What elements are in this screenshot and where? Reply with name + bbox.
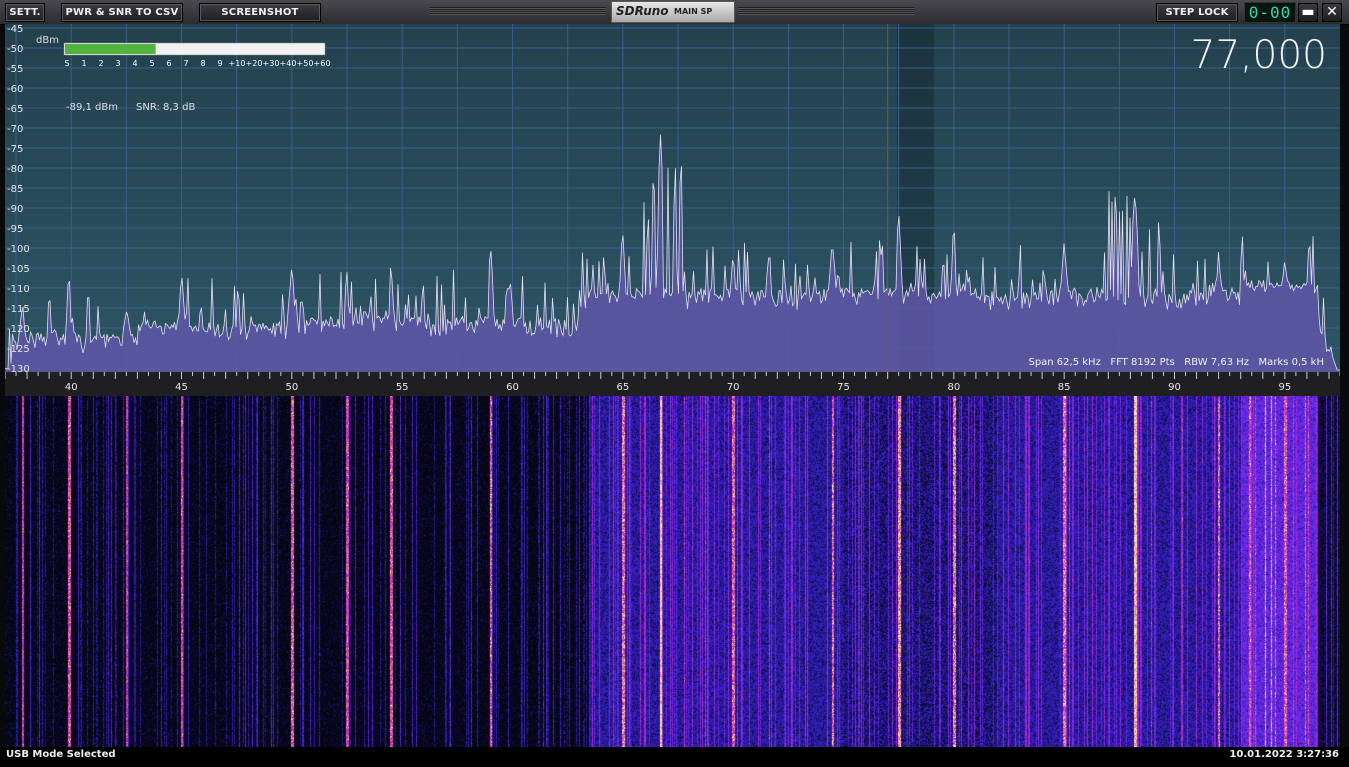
y-tick-label: -120 — [7, 324, 30, 335]
spectrum-display[interactable]: -45 -50 -55 -60 -65 -70 -75 -80 -85 -90 -95 -100 -10… — [5, 24, 1340, 396]
span-info: Span 62,5 kHz FFT 8192 Pts RBW 7,63 Hz M… — [1028, 357, 1324, 368]
y-tick-label: -75 — [7, 144, 23, 155]
smeter-tick: S — [64, 59, 69, 68]
smeter-tick: +50 — [297, 59, 314, 68]
x-tick-label: 55 — [396, 382, 409, 393]
y-tick-label: -70 — [7, 124, 23, 135]
smeter-tick: +20 — [246, 59, 263, 68]
y-tick-label: -50 — [7, 44, 23, 55]
step-lock-button[interactable]: STEP LOCK — [1156, 3, 1238, 22]
close-icon[interactable]: ✕ — [1322, 3, 1342, 22]
y-tick-label: -115 — [7, 304, 30, 315]
y-tick-label: -85 — [7, 184, 23, 195]
smeter-tick: 1 — [81, 59, 86, 68]
y-tick-label: -65 — [7, 104, 23, 115]
app-name: SDRuno — [616, 4, 669, 18]
y-tick-label: -60 — [7, 84, 23, 95]
drag-grip-right[interactable] — [738, 7, 914, 15]
y-tick-label: -90 — [7, 204, 23, 215]
y-tick-label: -45 — [7, 24, 23, 35]
settings-button[interactable]: SETT. — [5, 3, 45, 22]
title-bar: SETT. PWR & SNR TO CSV SCREENSHOT SDRuno… — [0, 0, 1349, 25]
x-tick-label: 75 — [837, 382, 850, 393]
minimize-icon[interactable]: ▬ — [1298, 3, 1318, 22]
x-tick-label: 70 — [727, 382, 740, 393]
smeter-tick: +40 — [280, 59, 297, 68]
x-tick-label: 40 — [65, 382, 78, 393]
x-tick-label: 85 — [1058, 382, 1071, 393]
smeter-tick: 9 — [217, 59, 222, 68]
step-display: 0-00 — [1244, 2, 1296, 23]
screenshot-button[interactable]: SCREENSHOT — [199, 3, 321, 22]
power-readout: -89,1 dBm — [66, 102, 118, 113]
smeter-tick: 7 — [183, 59, 188, 68]
window-title: SDRuno MAIN SP — [611, 1, 735, 23]
waterfall-display[interactable] — [5, 396, 1340, 747]
x-tick-label: 60 — [506, 382, 519, 393]
y-tick-label: -130 — [7, 364, 30, 375]
status-bar: USB Mode Selected 10.01.2022 3:27:36 — [0, 747, 1349, 767]
y-tick-label: -110 — [7, 284, 30, 295]
x-tick-label: 90 — [1168, 382, 1181, 393]
x-tick-label: 80 — [947, 382, 960, 393]
smeter-tick: 2 — [98, 59, 103, 68]
window-name: MAIN SP — [674, 7, 713, 16]
x-tick-label: 50 — [285, 382, 298, 393]
s-meter-bar — [65, 44, 156, 54]
snr-readout: SNR: 8,3 dB — [136, 102, 195, 113]
y-tick-label: -95 — [7, 224, 23, 235]
smeter-tick: +60 — [314, 59, 331, 68]
smeter-tick: 4 — [132, 59, 137, 68]
smeter-tick: 8 — [200, 59, 205, 68]
x-tick-label: 65 — [616, 382, 629, 393]
drag-grip-left[interactable] — [430, 7, 606, 15]
datetime: 10.01.2022 3:27:36 — [1229, 749, 1339, 760]
pwr-snr-to-csv-button[interactable]: PWR & SNR TO CSV — [61, 3, 183, 22]
y-tick-label: -105 — [7, 264, 30, 275]
y-tick-label: -80 — [7, 164, 23, 175]
smeter-tick: 5 — [149, 59, 154, 68]
frequency-axis[interactable] — [5, 372, 1340, 396]
x-tick-label: 45 — [175, 382, 188, 393]
y-tick-label: -100 — [7, 244, 30, 255]
unit-label: dBm — [36, 35, 59, 46]
y-tick-label: -55 — [7, 64, 23, 75]
mode-status: USB Mode Selected — [6, 749, 116, 760]
y-tick-label: -125 — [7, 344, 30, 355]
smeter-tick: +30 — [263, 59, 280, 68]
smeter-tick: 3 — [115, 59, 120, 68]
x-tick-label: 95 — [1278, 382, 1291, 393]
smeter-tick: +10 — [229, 59, 246, 68]
frequency-display[interactable]: 77,000 — [1191, 33, 1327, 78]
smeter-tick: 6 — [166, 59, 171, 68]
